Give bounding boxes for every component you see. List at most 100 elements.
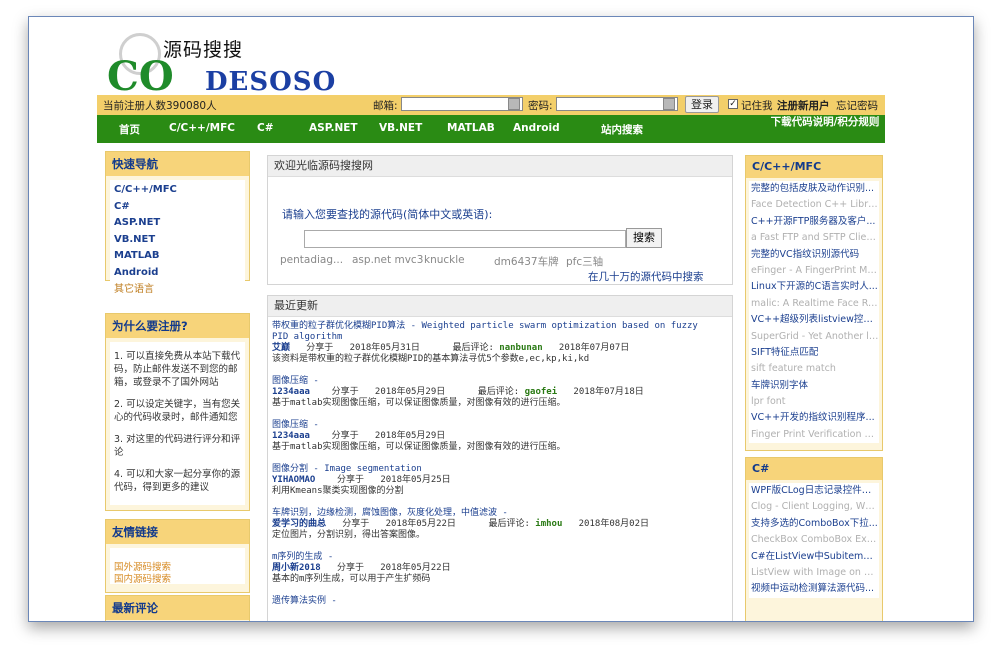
- code-link-en[interactable]: sift feature match: [749, 361, 879, 377]
- code-link-en[interactable]: lpr font: [749, 394, 879, 410]
- item-commenter[interactable]: nanbunan: [499, 343, 542, 353]
- nav-home[interactable]: 首页: [119, 122, 140, 137]
- quick-nav-other[interactable]: 其它语言: [114, 282, 245, 299]
- keyboard-icon[interactable]: [663, 98, 675, 110]
- item-meta: 1234aaa 分享于 2018年05月29日: [272, 431, 712, 442]
- friend-link-domestic[interactable]: 国内源码搜索: [114, 574, 245, 586]
- search-input[interactable]: [304, 230, 626, 248]
- friend-link-foreign[interactable]: 国外源码搜索: [114, 562, 245, 574]
- cpp-list: 完整的包括皮肤及动作识别... Face Detection C++ Libra…: [749, 181, 879, 444]
- item-meta: 艾巅 分享于 2018年05月31日 最后评论: nanbunan 2018年0…: [272, 343, 712, 354]
- hot-tag[interactable]: knuckle: [424, 254, 465, 266]
- item-user[interactable]: 1234aaa: [272, 431, 310, 441]
- item-title-link[interactable]: m序列的生成 -: [272, 552, 712, 563]
- list-item: 图像压缩 - 1234aaa 分享于 2018年05月29日 最后评论: gao…: [272, 376, 712, 409]
- search-panel: 欢迎光临源码搜搜网 请输入您要查找的源代码(简体中文或英语): 搜索 penta…: [267, 155, 733, 285]
- site-logo[interactable]: 源码搜搜 CO DESOSO: [105, 27, 335, 100]
- password-input[interactable]: [556, 97, 678, 111]
- quick-nav-vbnet[interactable]: VB.NET: [114, 232, 245, 249]
- code-link[interactable]: 完整的VC指纹识别源代码: [749, 247, 879, 263]
- item-title-link[interactable]: 图像分割 - Image segmentation: [272, 464, 712, 475]
- nav-download-rules[interactable]: 下载代码说明/积分规则: [765, 116, 885, 129]
- hot-tag[interactable]: pfc三轴: [566, 254, 603, 269]
- main-nav: 首页 C/C++/MFC C# ASP.NET VB.NET MATLAB An…: [97, 115, 885, 143]
- item-user[interactable]: 艾巅: [272, 343, 290, 353]
- quick-nav-cpp[interactable]: C/C++/MFC: [114, 182, 245, 199]
- code-link-en[interactable]: CheckBox ComboBox Extendi...: [749, 532, 879, 548]
- nav-vbnet[interactable]: VB.NET: [379, 122, 422, 134]
- why-register-item: 2. 可以设定关键字，当有您关心的代码收录时，邮件通知您: [114, 399, 241, 423]
- code-link-en[interactable]: SuperGrid - Yet Another listvi...: [749, 329, 879, 345]
- code-link-en[interactable]: Face Detection C++ Library...: [749, 197, 879, 213]
- item-description: 基于matlab实现图像压缩，可以保证图像质量，对图像有效的进行压缩。: [272, 442, 566, 452]
- code-link[interactable]: C++开源FTP服务器及客户...: [749, 214, 879, 230]
- code-link-en[interactable]: malic: A Realtime Face Recog...: [749, 296, 879, 312]
- hot-tag[interactable]: asp.net mvc3: [352, 254, 423, 266]
- item-commenter[interactable]: gaofei: [525, 387, 558, 397]
- quick-nav-matlab[interactable]: MATLAB: [114, 248, 245, 265]
- friend-links-list: 国外源码搜索 国内源码搜索: [110, 548, 245, 586]
- item-title-link[interactable]: 带权重的粒子群优化模糊PID算法 - Weighted particle swa…: [272, 321, 712, 343]
- code-link-en[interactable]: Clog - Client Logging, WPF ...: [749, 499, 879, 515]
- quick-nav-title: 快速导航: [106, 152, 249, 176]
- login-button[interactable]: 登录: [685, 96, 719, 113]
- code-link[interactable]: 车牌识别字体: [749, 378, 879, 394]
- nav-site-search[interactable]: 站内搜索: [601, 122, 643, 137]
- code-link[interactable]: VC++超级列表listview控件...: [749, 312, 879, 328]
- quick-nav-android[interactable]: Android: [114, 265, 245, 282]
- code-link[interactable]: 视频中运动检测算法源代码...: [749, 581, 879, 597]
- code-link-en[interactable]: eFinger - A FingerPrint Matc...: [749, 263, 879, 279]
- item-title-link[interactable]: 遗传算法实例 -: [272, 596, 712, 607]
- nav-aspnet[interactable]: ASP.NET: [309, 122, 358, 134]
- nav-matlab[interactable]: MATLAB: [447, 122, 495, 134]
- hot-tag[interactable]: dm6437车牌: [494, 254, 559, 269]
- nav-csharp[interactable]: C#: [257, 122, 274, 134]
- item-commenter[interactable]: imhou: [535, 519, 562, 529]
- code-link-en[interactable]: Finger Print Verification Syst...: [749, 427, 879, 443]
- nav-cpp[interactable]: C/C++/MFC: [169, 122, 235, 134]
- quick-nav-aspnet[interactable]: ASP.NET: [114, 215, 245, 232]
- code-link[interactable]: WPF版CLog日志记录控件源...: [749, 483, 879, 499]
- item-comment-date: 2018年07月07日: [558, 343, 630, 353]
- register-link[interactable]: 注册新用户: [777, 98, 830, 113]
- item-user[interactable]: 周小新2018: [272, 563, 321, 573]
- item-title-link[interactable]: 图像压缩 -: [272, 376, 712, 387]
- code-link[interactable]: SIFT特征点匹配: [749, 345, 879, 361]
- recent-updates-title: 最近更新: [268, 296, 732, 317]
- code-link[interactable]: VC++开发的指纹识别程序...: [749, 410, 879, 426]
- latest-comments-title: 最新评论: [106, 596, 249, 620]
- code-link-en[interactable]: a Fast FTP and SFTP Client ...: [749, 230, 879, 246]
- search-tagline[interactable]: 在几十万的源代码中搜索: [588, 269, 704, 284]
- list-item: 车牌识别，边缘检测，腐蚀图像，灰度化处理，中值滤波 - 爱学习的曲总 分享于 2…: [272, 508, 712, 541]
- item-description: 定位图片，分割识别，得出答案图像。: [272, 530, 426, 540]
- browser-frame: 源码搜搜 CO DESOSO 当前注册人数390080人 邮箱: 密码: 登录 …: [28, 16, 974, 622]
- code-link-en[interactable]: ListView with Image on SubIt...: [749, 565, 879, 581]
- email-input[interactable]: [401, 97, 523, 111]
- item-user[interactable]: YIHAOMAO: [272, 475, 315, 485]
- logo-text-co: CO: [107, 53, 174, 100]
- cpp-box-title: C/C++/MFC: [746, 156, 882, 178]
- forgot-password-link[interactable]: 忘记密码: [836, 98, 878, 113]
- logo-text-desoso: DESOSO: [205, 67, 337, 97]
- quick-nav-csharp[interactable]: C#: [114, 199, 245, 216]
- remember-me-label[interactable]: 记住我: [741, 98, 773, 113]
- remember-me-checkbox[interactable]: ✓: [728, 99, 738, 109]
- why-register-item: 4. 可以和大家一起分享你的源代码，得到更多的建议: [114, 469, 241, 493]
- item-title-link[interactable]: 车牌识别，边缘检测，腐蚀图像，灰度化处理，中值滤波 -: [272, 508, 712, 519]
- list-item: 带权重的粒子群优化模糊PID算法 - Weighted particle swa…: [272, 321, 712, 365]
- code-link[interactable]: Linux下开源的C语言实时人...: [749, 279, 879, 295]
- code-link[interactable]: 完整的包括皮肤及动作识别...: [749, 181, 879, 197]
- search-button[interactable]: 搜索: [626, 228, 662, 248]
- item-user[interactable]: 爱学习的曲总: [272, 519, 326, 529]
- quick-nav-box: 快速导航 C/C++/MFC C# ASP.NET VB.NET MATLAB …: [105, 151, 250, 301]
- code-link[interactable]: C#在ListView中Subitem显...: [749, 549, 879, 565]
- item-date: 2018年05月25日: [380, 475, 451, 485]
- item-shared-label: 分享于: [336, 563, 364, 573]
- item-shared-label: 分享于: [337, 475, 365, 485]
- hot-tag[interactable]: pentadiag...: [280, 254, 343, 266]
- code-link[interactable]: 支持多选的ComboBox下拉...: [749, 516, 879, 532]
- keyboard-icon[interactable]: [508, 98, 520, 110]
- item-user[interactable]: 1234aaa: [272, 387, 310, 397]
- nav-android[interactable]: Android: [513, 122, 560, 134]
- item-title-link[interactable]: 图像压缩 -: [272, 420, 712, 431]
